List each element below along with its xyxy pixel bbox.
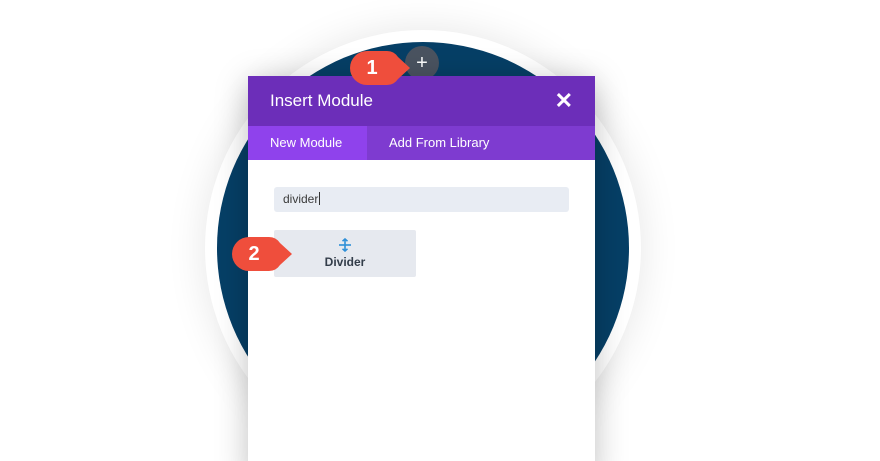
modal-title: Insert Module — [270, 91, 373, 110]
module-search-input[interactable]: divider — [274, 187, 569, 212]
insert-module-modal: Insert Module ✕ New Module Add From Libr… — [248, 76, 595, 461]
text-caret — [319, 192, 321, 205]
step-badge-1: 1 — [349, 50, 411, 86]
plus-icon: + — [416, 52, 428, 74]
canvas: + Insert Module ✕ New Module Add From Li… — [0, 0, 880, 461]
step-number: 2 — [248, 243, 260, 265]
module-tile-divider[interactable]: Divider — [274, 230, 416, 277]
tab-add-from-library[interactable]: Add From Library — [367, 126, 511, 160]
module-tile-label: Divider — [324, 255, 366, 269]
modal-header: Insert Module ✕ — [248, 76, 595, 126]
step-badge-2: 2 — [231, 236, 293, 272]
close-icon[interactable]: ✕ — [555, 90, 573, 112]
search-input-value: divider — [283, 192, 319, 206]
tab-new-module[interactable]: New Module — [248, 126, 367, 160]
step-number: 1 — [366, 57, 378, 79]
modal-tabs: New Module Add From Library — [248, 126, 595, 160]
divider-icon — [339, 238, 351, 252]
